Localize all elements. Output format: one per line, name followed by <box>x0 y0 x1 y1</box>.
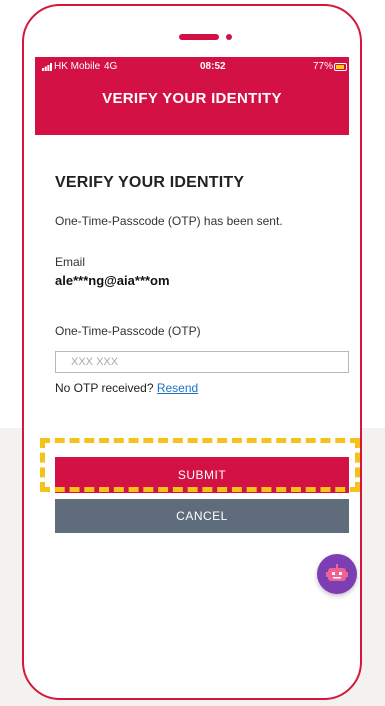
chatbot-button[interactable] <box>317 554 357 594</box>
battery-icon <box>334 63 347 71</box>
status-bar: HK Mobile 4G 08:52 77% <box>35 60 349 74</box>
phone-speaker <box>179 34 219 40</box>
app-header: HK Mobile 4G 08:52 77% VERIFY YOUR IDENT… <box>35 57 349 135</box>
screenshot-canvas: HK Mobile 4G 08:52 77% VERIFY YOUR IDENT… <box>0 0 385 706</box>
chatbot-icon <box>326 564 348 581</box>
header-title: VERIFY YOUR IDENTITY <box>102 90 282 107</box>
page-title: VERIFY YOUR IDENTITY <box>55 174 245 191</box>
signal-bars-icon <box>42 63 52 71</box>
battery-percentage: 77% <box>313 61 334 72</box>
otp-input[interactable] <box>55 351 349 373</box>
no-otp-text: No OTP received? <box>55 381 154 395</box>
cancel-button[interactable]: CANCEL <box>55 499 349 533</box>
battery-level <box>336 65 344 69</box>
status-time: 08:52 <box>200 61 226 72</box>
phone-camera <box>226 34 232 40</box>
otp-label: One-Time-Passcode (OTP) <box>55 324 201 338</box>
carrier-name: HK Mobile <box>54 61 101 72</box>
resend-link[interactable]: Resend <box>157 381 198 395</box>
email-value: ale***ng@aia***om <box>55 273 170 288</box>
email-label: Email <box>55 255 86 269</box>
network-type: 4G <box>104 61 118 72</box>
phone-frame: HK Mobile 4G 08:52 77% VERIFY YOUR IDENT… <box>22 4 362 700</box>
resend-row: No OTP received? Resend <box>55 381 198 395</box>
otp-sent-message: One-Time-Passcode (OTP) has been sent. <box>55 214 283 228</box>
submit-button[interactable]: SUBMIT <box>55 457 349 493</box>
